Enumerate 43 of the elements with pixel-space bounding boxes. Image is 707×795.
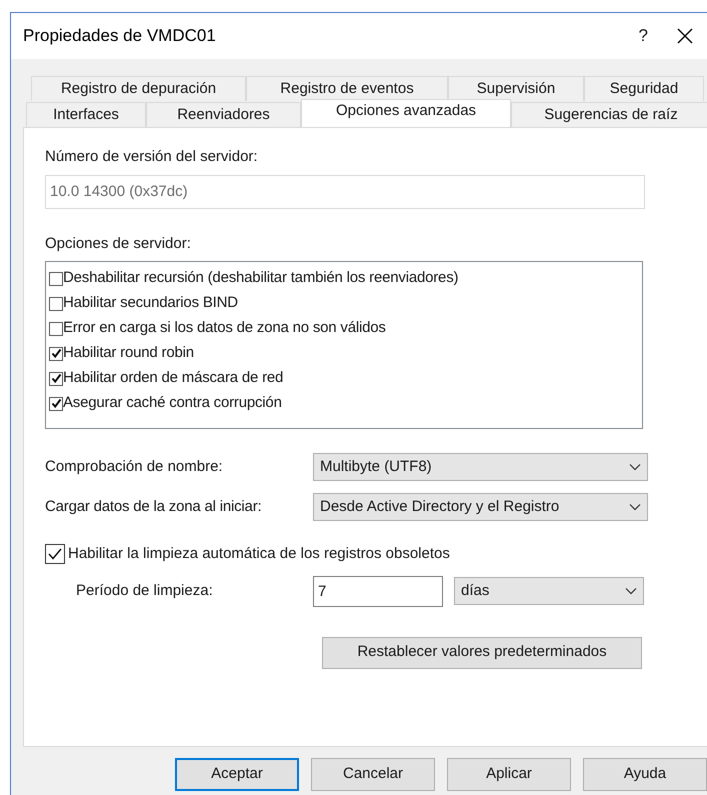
option-item[interactable]: Habilitar orden de máscara de red <box>49 366 642 391</box>
version-field[interactable]: 10.0 14300 (0x37dc) <box>45 174 645 208</box>
tab[interactable]: Seguridad <box>584 76 704 101</box>
dropdown[interactable]: Multibyte (UTF8) <box>313 453 648 481</box>
tab[interactable]: Opciones avanzadas <box>301 99 511 127</box>
tab[interactable]: Supervisión <box>448 76 584 101</box>
period-field[interactable]: 7 <box>313 576 443 606</box>
checkbox[interactable] <box>49 346 63 360</box>
dialog-button[interactable]: Aplicar <box>447 758 571 791</box>
help-button[interactable]: ? <box>628 23 658 49</box>
dialog-button[interactable]: Aceptar <box>175 758 299 791</box>
checkbox[interactable] <box>49 396 63 410</box>
tab[interactable]: Registro de depuración <box>31 76 246 101</box>
field-label: Número de versión del servidor: <box>45 147 259 167</box>
checkbox-label: Habilitar la limpieza automática de los registros obsoletos <box>68 544 450 564</box>
close-icon <box>676 27 694 45</box>
tab[interactable]: Registro de eventos <box>246 76 448 101</box>
dropdown[interactable]: Desde Active Directory y el Registro <box>313 493 648 521</box>
reset-button[interactable]: Restablecer valores predeterminados <box>322 636 642 668</box>
option-item[interactable]: Habilitar round robin <box>49 341 642 366</box>
window-title: Propiedades de VMDC01 <box>23 25 216 48</box>
dialog-button[interactable]: Ayuda <box>583 758 707 791</box>
tab[interactable]: Reenviadores <box>146 102 301 127</box>
chevron-down-icon <box>629 463 641 471</box>
chevron-down-icon <box>629 503 641 511</box>
tab[interactable]: Interfaces <box>26 102 146 127</box>
checkbox[interactable] <box>45 544 65 564</box>
option-item[interactable]: Error en carga si los datos de zona no son válidos <box>49 316 642 341</box>
checkbox[interactable] <box>49 296 63 310</box>
field-label: Período de limpieza: <box>76 580 214 601</box>
option-item[interactable]: Deshabilitar recursión (deshabilitar también los reenviadores) <box>49 266 642 291</box>
option-item[interactable]: Habilitar secundarios BIND <box>49 291 642 316</box>
chevron-down-icon <box>625 587 637 595</box>
field-label: Comprobación de nombre: <box>45 456 224 477</box>
field-label: Opciones de servidor: <box>45 234 192 254</box>
field-label: Cargar datos de la zona al iniciar: <box>45 496 262 517</box>
checkbox[interactable] <box>49 272 63 286</box>
checkbox[interactable] <box>49 322 63 336</box>
checkbox[interactable] <box>49 372 63 386</box>
dialog-button[interactable]: Cancelar <box>311 758 435 791</box>
tab[interactable]: Sugerencias de raíz <box>511 102 707 127</box>
option-item[interactable]: Asegurar caché contra corrupción <box>49 391 642 416</box>
dropdown[interactable]: días <box>454 577 644 605</box>
